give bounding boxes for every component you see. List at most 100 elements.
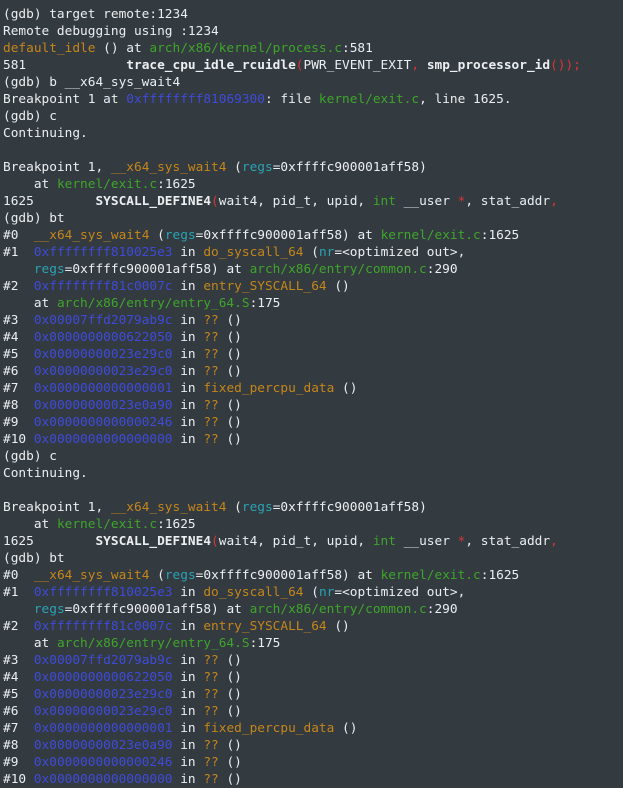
file-path: kernel/exit.c (318, 92, 420, 107)
terminal-text: =0xffffc900001aff58) at (64, 262, 250, 277)
terminal-text: in (172, 381, 204, 396)
terminal-text: :1625 (157, 177, 196, 192)
terminal-text: #2 (3, 279, 34, 294)
function-name: ?? (203, 670, 219, 685)
terminal-text: #0 (3, 568, 34, 583)
argument-name: regs (33, 262, 65, 277)
terminal-text: #4 (3, 330, 34, 345)
argument-name: nr (318, 585, 335, 600)
terminal-text: #4 (3, 670, 34, 685)
terminal-text: in (172, 432, 204, 447)
terminal-text: #3 (3, 313, 34, 328)
terminal-text: :581 (342, 41, 373, 56)
punctuation-text: , (411, 58, 420, 73)
file-path: arch/x86/kernel/process.c (149, 41, 343, 56)
argument-name: regs (33, 602, 65, 617)
terminal-line: #5 0x00000000023e29c0 in ?? () (3, 686, 623, 703)
terminal-text: #6 (3, 364, 34, 379)
terminal-line: Breakpoint 1 at 0xffffffff81069300: file… (3, 91, 623, 108)
terminal-text: () (218, 313, 242, 328)
address-text: 0x0000000000000000 (33, 772, 173, 787)
file-path: arch/x86/entry/common.c (249, 262, 427, 277)
terminal-text: #5 (3, 347, 34, 362)
function-name: ?? (203, 347, 219, 362)
function-name: ?? (203, 398, 219, 413)
terminal-text: (gdb) c (3, 109, 57, 124)
terminal-text: (gdb) c (3, 449, 57, 464)
terminal-text: __user (395, 194, 458, 209)
type-keyword: int (372, 194, 396, 209)
terminal-line: default_idle () at arch/x86/kernel/proce… (3, 40, 623, 57)
terminal-text: ( (303, 245, 319, 260)
address-text: 0x0000000000622050 (33, 670, 173, 685)
terminal-line: at kernel/exit.c:1625 (3, 516, 623, 533)
function-name: entry_SYSCALL_64 (203, 619, 327, 634)
terminal-line: at arch/x86/entry/entry_64.S:175 (3, 295, 623, 312)
address-text: 0xffffffff810025e3 (33, 245, 173, 260)
source-keyword: trace_cpu_idle_rcuidle (126, 58, 296, 73)
terminal-text: in (172, 245, 204, 260)
terminal-text: in (172, 585, 204, 600)
terminal-line: #9 0x0000000000000246 in ?? () (3, 754, 623, 771)
source-keyword: smp_processor_id (426, 58, 551, 73)
terminal-text: () (334, 721, 358, 736)
terminal-text: () (218, 772, 242, 787)
terminal-text: __user (395, 534, 458, 549)
function-name: do_syscall_64 (203, 245, 304, 260)
terminal-text: in (172, 415, 204, 430)
punctuation-text: ( (211, 194, 219, 209)
file-path: kernel/exit.c (56, 517, 158, 532)
terminal-text: (gdb) target remote:1234 (3, 7, 188, 22)
terminal-line: Breakpoint 1, __x64_sys_wait4 (regs=0xff… (3, 499, 623, 516)
function-name: ?? (203, 313, 219, 328)
terminal-text: ( (226, 500, 242, 515)
terminal-text: () (218, 670, 242, 685)
argument-name: regs (241, 160, 273, 175)
terminal-text: PWR_EVENT_EXIT (303, 58, 412, 73)
terminal-text: =0xffffc900001aff58) (272, 160, 427, 175)
terminal-text: #8 (3, 738, 34, 753)
terminal-text: =<optimized out>, (334, 585, 466, 600)
terminal-text: at (3, 517, 57, 532)
terminal-output[interactable]: (gdb) target remote:1234 Remote debugging… (0, 0, 623, 788)
terminal-text: Breakpoint 1 at (3, 92, 127, 107)
terminal-text: () (218, 347, 242, 362)
address-text: 0x0000000000622050 (33, 330, 173, 345)
terminal-line: #7 0x0000000000000001 in fixed_percpu_da… (3, 380, 623, 397)
terminal-line: (gdb) target remote:1234 (3, 6, 623, 23)
terminal-text: () (326, 619, 350, 634)
address-text: 0x0000000000000000 (33, 432, 173, 447)
terminal-text: 581 (3, 58, 127, 73)
function-name: ?? (203, 330, 219, 345)
terminal-text: :290 (426, 262, 458, 277)
terminal-line: 581 trace_cpu_idle_rcuidle(PWR_EVENT_EXI… (3, 57, 623, 74)
punctuation-text: ( (211, 534, 219, 549)
terminal-text: #10 (3, 772, 34, 787)
terminal-text: (gdb) b __x64_sys_wait4 (3, 75, 181, 90)
argument-name: nr (318, 245, 335, 260)
terminal-line: at kernel/exit.c:1625 (3, 176, 623, 193)
terminal-text: =0xffffc900001aff58) at (64, 602, 250, 617)
terminal-line: #6 0x00000000023e29c0 in ?? () (3, 363, 623, 380)
terminal-line: Continuing. (3, 465, 623, 482)
terminal-text: in (172, 347, 204, 362)
terminal-text: ( (226, 160, 242, 175)
terminal-text: () (218, 738, 242, 753)
function-name: __x64_sys_wait4 (33, 568, 150, 583)
terminal-text: in (172, 772, 204, 787)
terminal-text: in (172, 398, 204, 413)
address-text: 0x00000000023e0a90 (33, 398, 173, 413)
terminal-text: #8 (3, 398, 34, 413)
terminal-text: : file (264, 92, 319, 107)
file-path: arch/x86/entry/common.c (249, 602, 427, 617)
address-text: 0x00007ffd2079ab9c (33, 653, 173, 668)
terminal-text: in (172, 687, 204, 702)
address-text: 0x00000000023e29c0 (33, 364, 173, 379)
source-keyword: SYSCALL_DEFINE4 (95, 534, 212, 549)
terminal-text: #1 (3, 245, 34, 260)
terminal-text: in (172, 721, 204, 736)
terminal-text: in (172, 755, 204, 770)
function-name: ?? (203, 772, 219, 787)
terminal-text: () (218, 364, 242, 379)
